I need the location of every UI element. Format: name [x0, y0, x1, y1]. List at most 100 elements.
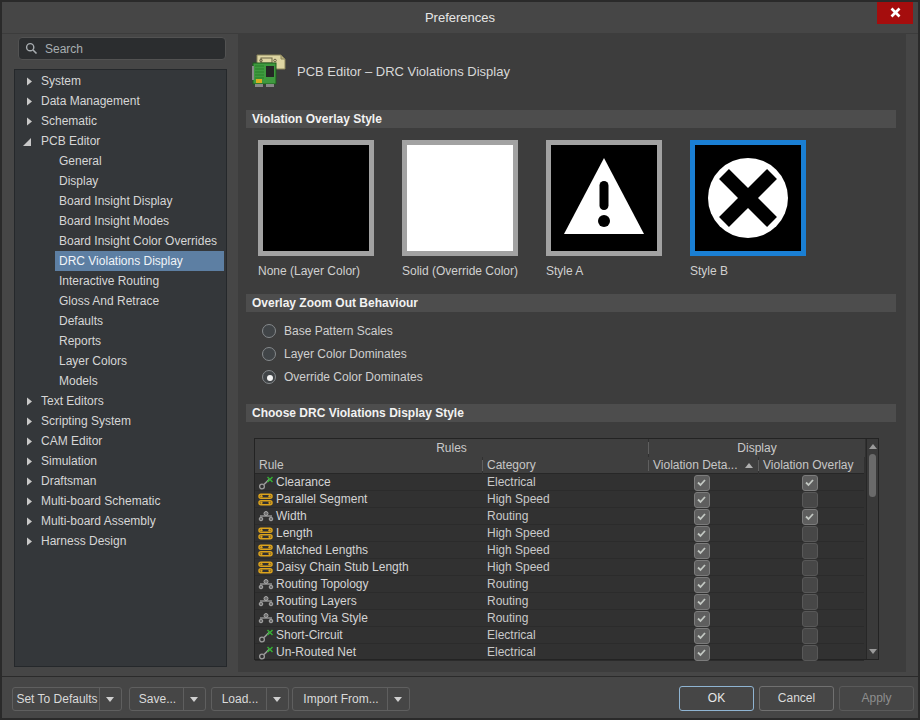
tree-collapsed-icon[interactable] [26, 497, 34, 506]
radio-selected-icon[interactable] [262, 370, 276, 384]
close-button[interactable] [877, 2, 913, 24]
violation-detail-checkbox[interactable] [694, 509, 710, 525]
sidebar-item-reports[interactable]: Reports [15, 331, 226, 351]
electrical-rule-icon [258, 645, 274, 664]
violation-overlay-checkbox[interactable] [802, 577, 818, 593]
dropdown-arrow-icon[interactable] [99, 688, 121, 710]
tree-collapsed-icon[interactable] [26, 77, 34, 86]
sidebar-item-gloss-and-retrace[interactable]: Gloss And Retrace [15, 291, 226, 311]
violation-overlay-checkbox[interactable] [802, 611, 818, 627]
violation-overlay-checkbox[interactable] [802, 526, 818, 542]
dropdown-arrow-icon[interactable] [266, 688, 288, 710]
table-row-routing-topology[interactable]: Routing TopologyRouting [255, 576, 864, 593]
sidebar-item-board-insight-modes[interactable]: Board Insight Modes [15, 211, 226, 231]
sidebar-item-multi-board-schematic[interactable]: Multi-board Schematic [15, 491, 226, 511]
sidebar-item-pcb-editor[interactable]: PCB Editor [15, 131, 226, 151]
sidebar-item-general[interactable]: General [15, 151, 226, 171]
ok-button[interactable]: OK [679, 686, 754, 711]
violation-detail-checkbox[interactable] [694, 526, 710, 542]
apply-button[interactable]: Apply [839, 686, 914, 711]
tree-collapsed-icon[interactable] [26, 97, 34, 106]
violation-detail-checkbox[interactable] [694, 628, 710, 644]
title-bar[interactable]: Preferences [2, 2, 918, 34]
set-to-defaults-button[interactable]: Set To Defaults [12, 687, 122, 711]
violation-detail-checkbox[interactable] [694, 611, 710, 627]
sidebar-item-scripting-system[interactable]: Scripting System [15, 411, 226, 431]
sidebar-item-text-editors[interactable]: Text Editors [15, 391, 226, 411]
sidebar-item-defaults[interactable]: Defaults [15, 311, 226, 331]
violation-detail-checkbox[interactable] [694, 560, 710, 576]
violation-overlay-checkbox[interactable] [802, 509, 818, 525]
sidebar-item-schematic[interactable]: Schematic [15, 111, 226, 131]
table-row-routing-via-style[interactable]: Routing Via StyleRouting [255, 610, 864, 627]
table-row-un-routed-net[interactable]: Un-Routed NetElectrical [255, 644, 864, 661]
sidebar-item-drc-violations-display[interactable]: DRC Violations Display [15, 251, 226, 271]
table-row-length[interactable]: LengthHigh Speed [255, 525, 864, 542]
table-row-width[interactable]: WidthRouting [255, 508, 864, 525]
table-row-clearance[interactable]: ClearanceElectrical [255, 474, 864, 491]
sidebar-item-system[interactable]: System [15, 71, 226, 91]
sidebar-item-models[interactable]: Models [15, 371, 226, 391]
overlay-style-tile-none-layer-color[interactable] [258, 140, 374, 256]
scroll-up-icon[interactable] [869, 444, 877, 449]
sidebar-item-display[interactable]: Display [15, 171, 226, 191]
tree-collapsed-icon[interactable] [26, 417, 34, 426]
violation-detail-checkbox[interactable] [694, 543, 710, 559]
radio-unselected-icon[interactable] [262, 347, 276, 361]
table-row-daisy-chain-stub-length[interactable]: Daisy Chain Stub LengthHigh Speed [255, 559, 864, 576]
load-button[interactable]: Load... [211, 687, 289, 711]
overlay-style-tile-style-a[interactable] [546, 140, 662, 256]
violation-overlay-checkbox[interactable] [802, 628, 818, 644]
table-row-parallel-segment[interactable]: Parallel SegmentHigh Speed [255, 491, 864, 508]
sidebar-item-board-insight-display[interactable]: Board Insight Display [15, 191, 226, 211]
import-from-button[interactable]: Import From... [292, 687, 410, 711]
sidebar-item-board-insight-color-overrides[interactable]: Board Insight Color Overrides [15, 231, 226, 251]
column-header-violation-detail[interactable]: Violation Deta... [649, 457, 758, 474]
radio-unselected-icon[interactable] [262, 324, 276, 338]
violation-overlay-checkbox[interactable] [802, 543, 818, 559]
sidebar-item-harness-design[interactable]: Harness Design [15, 531, 226, 551]
violation-overlay-checkbox[interactable] [802, 560, 818, 576]
save-button[interactable]: Save... [129, 687, 206, 711]
tree-collapsed-icon[interactable] [26, 477, 34, 486]
tree-collapsed-icon[interactable] [26, 457, 34, 466]
violation-detail-checkbox[interactable] [694, 492, 710, 508]
sidebar-item-draftsman[interactable]: Draftsman [15, 471, 226, 491]
tree-expanded-icon[interactable] [23, 137, 31, 146]
violation-detail-checkbox[interactable] [694, 645, 710, 661]
sidebar-item-layer-colors[interactable]: Layer Colors [15, 351, 226, 371]
violation-overlay-checkbox[interactable] [802, 492, 818, 508]
sidebar-item-multi-board-assembly[interactable]: Multi-board Assembly [15, 511, 226, 531]
table-row-routing-layers[interactable]: Routing LayersRouting [255, 593, 864, 610]
column-header-violation-overlay[interactable]: Violation Overlay [759, 457, 864, 474]
table-scrollbar[interactable] [866, 439, 878, 659]
violation-detail-checkbox[interactable] [694, 594, 710, 610]
violation-detail-checkbox[interactable] [694, 577, 710, 593]
overlay-style-tile-style-b[interactable] [690, 140, 806, 256]
sidebar-item-simulation[interactable]: Simulation [15, 451, 226, 471]
tree-collapsed-icon[interactable] [26, 397, 34, 406]
dropdown-arrow-icon[interactable] [183, 688, 205, 710]
tree-collapsed-icon[interactable] [26, 537, 34, 546]
table-row-matched-lengths[interactable]: Matched LengthsHigh Speed [255, 542, 864, 559]
style-a-preview-icon [551, 145, 657, 251]
sidebar-item-interactive-routing[interactable]: Interactive Routing [15, 271, 226, 291]
sidebar-item-cam-editor[interactable]: CAM Editor [15, 431, 226, 451]
search-input[interactable]: Search [18, 37, 226, 60]
violation-overlay-checkbox[interactable] [802, 645, 818, 661]
violation-detail-checkbox[interactable] [694, 475, 710, 491]
tree-collapsed-icon[interactable] [26, 117, 34, 126]
scroll-down-icon[interactable] [869, 649, 877, 654]
sidebar-item-data-management[interactable]: Data Management [15, 91, 226, 111]
table-row-short-circuit[interactable]: Short-CircuitElectrical [255, 627, 864, 644]
column-header-rule[interactable]: Rule [255, 457, 482, 474]
scrollbar-thumb[interactable] [869, 454, 876, 497]
tree-collapsed-icon[interactable] [26, 437, 34, 446]
tree-collapsed-icon[interactable] [26, 517, 34, 526]
violation-overlay-checkbox[interactable] [802, 594, 818, 610]
dropdown-arrow-icon[interactable] [387, 688, 409, 710]
overlay-style-tile-solid-override-color[interactable] [402, 140, 518, 256]
column-header-category[interactable]: Category [483, 457, 649, 474]
violation-overlay-checkbox[interactable] [802, 475, 818, 491]
cancel-button[interactable]: Cancel [759, 686, 834, 711]
